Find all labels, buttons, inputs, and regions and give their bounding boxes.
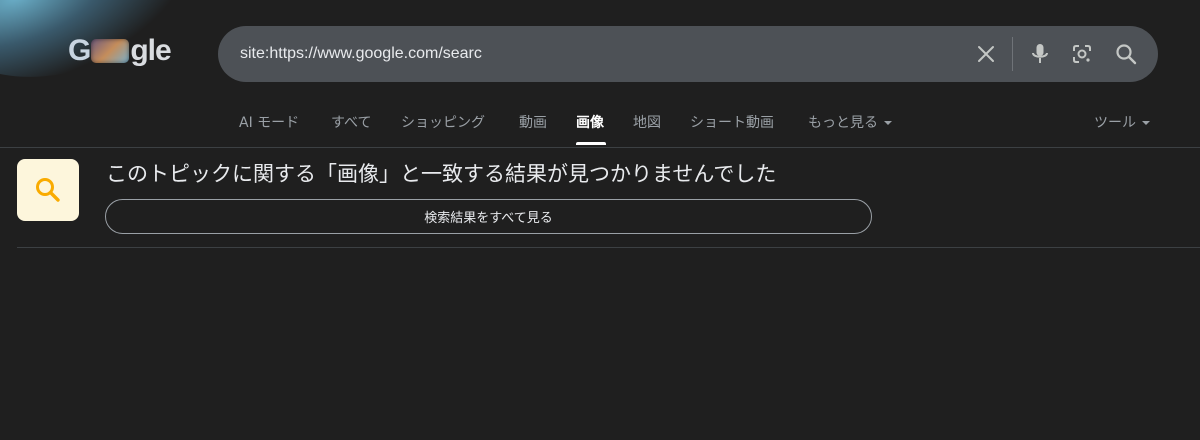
google-logo[interactable]: G gle [68, 34, 172, 68]
tools-label: ツール [1094, 115, 1136, 131]
logo-letters-gle: gle [130, 34, 171, 67]
tab-images[interactable]: 画像 [576, 112, 604, 132]
tab-more[interactable]: もっと見る [808, 112, 892, 132]
header-divider [0, 147, 1200, 148]
chevron-down-icon [884, 121, 892, 125]
tab-short-videos[interactable]: ショート動画 [690, 112, 774, 132]
mic-icon[interactable] [1026, 40, 1054, 68]
tab-all[interactable]: すべて [331, 112, 371, 132]
close-icon[interactable] [972, 40, 1000, 68]
tab-videos[interactable]: 動画 [519, 112, 547, 132]
search-icon[interactable] [1112, 40, 1140, 68]
camera-lens-icon[interactable] [1068, 40, 1096, 68]
search-box-divider [1012, 37, 1013, 71]
search-tabs: AI モード すべて ショッピング 動画 画像 地図 ショート動画 もっと見る … [0, 100, 1200, 146]
search-results-page: G gle site:https://www.google.com/searc [0, 0, 1200, 440]
chevron-down-icon [1142, 121, 1150, 125]
see-all-results-button[interactable]: 検索結果をすべて見る [105, 199, 872, 234]
active-tab-indicator [576, 142, 606, 145]
no-results-message: このトピックに関する「画像」と一致する結果が見つかりませんでした [106, 162, 777, 186]
tab-ai-mode[interactable]: AI モード [239, 112, 299, 132]
result-icon-tile [17, 159, 79, 221]
tab-more-label: もっと見る [808, 115, 878, 131]
doodle-image [91, 39, 130, 63]
tab-maps[interactable]: 地図 [633, 112, 661, 132]
search-input[interactable]: site:https://www.google.com/searc [240, 26, 482, 82]
tab-shopping[interactable]: ショッピング [401, 112, 485, 132]
logo-letter-g: G [68, 34, 91, 67]
tools-button[interactable]: ツール [1094, 112, 1150, 132]
search-icon [36, 178, 60, 202]
results-divider [17, 247, 1200, 248]
search-box[interactable]: site:https://www.google.com/searc [218, 26, 1158, 82]
